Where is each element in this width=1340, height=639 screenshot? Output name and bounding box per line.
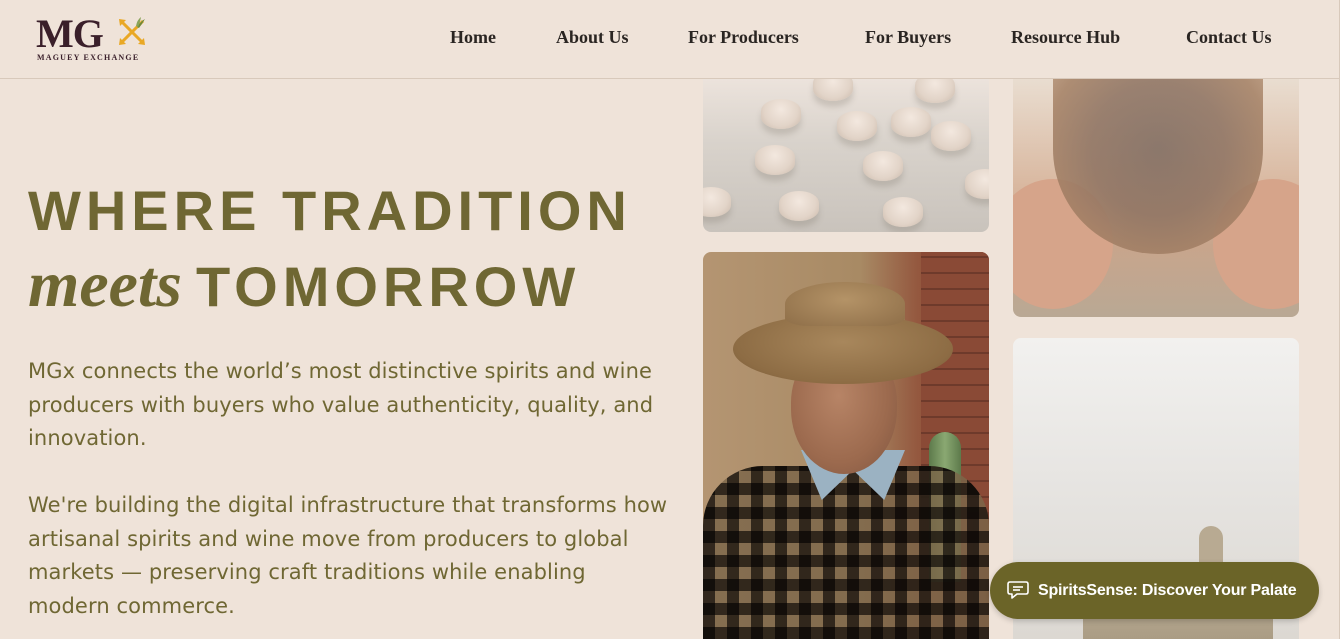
hero-title: WHERE TRADITION meets TOMORROW — [28, 179, 632, 318]
hero-title-italic: meets — [28, 248, 182, 321]
nav-resource-hub[interactable]: Resource Hub — [1011, 26, 1120, 48]
logo-subtitle: MAGUEY EXCHANGE — [37, 53, 140, 62]
hero-paragraph-intro: MGx connects the world’s most distinctiv… — [28, 359, 654, 450]
hero-title-line1: WHERE TRADITION — [28, 179, 632, 242]
bottles-photo — [703, 79, 989, 232]
bowl-photo — [1013, 79, 1299, 317]
spiritssense-chat-button[interactable]: SpiritsSense: Discover Your Palate — [990, 562, 1319, 619]
hero-paragraph-mission: We're building the digital infrastructur… — [28, 493, 668, 618]
logo-mark: MG — [36, 11, 104, 56]
nav-home[interactable]: Home — [450, 26, 496, 48]
nav-for-buyers[interactable]: For Buyers — [865, 26, 951, 48]
nav-about-us[interactable]: About Us — [556, 26, 629, 48]
nav-contact-us[interactable]: Contact Us — [1186, 26, 1272, 48]
chat-bubble-icon — [1007, 581, 1029, 599]
nav-for-producers[interactable]: For Producers — [688, 26, 799, 48]
site-header: MG MAGUEY EXCHANGE Home About Us For Pro… — [0, 0, 1340, 79]
hero-title-word: TOMORROW — [195, 255, 581, 318]
farmer-photo — [703, 252, 989, 639]
agave-x-icon — [119, 17, 145, 45]
chat-button-label: SpiritsSense: Discover Your Palate — [1038, 582, 1297, 599]
hero-title-line2: meets TOMORROW — [28, 252, 632, 318]
mgx-logo[interactable]: MG MAGUEY EXCHANGE — [36, 14, 156, 64]
